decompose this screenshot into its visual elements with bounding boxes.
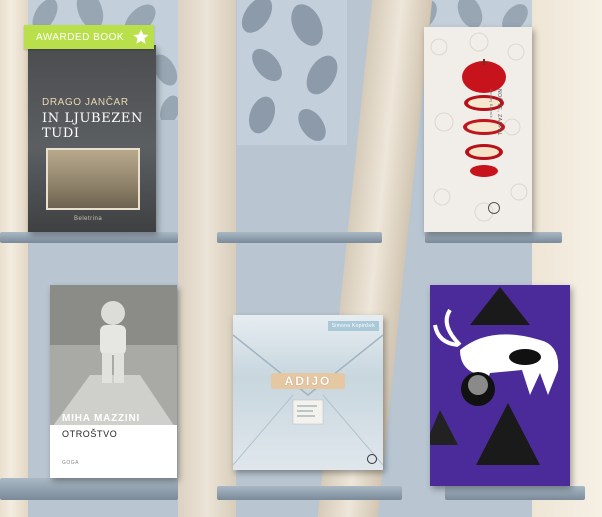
- book-publisher: Beletrina: [74, 216, 103, 222]
- book-photo: [46, 148, 140, 210]
- shelf-bottom-right: [445, 486, 585, 500]
- book-cover-purple-elephant[interactable]: [430, 285, 570, 486]
- book-cover-otrostvo[interactable]: MIHA MAZZINI OTROŠTVO GOGA: [50, 285, 177, 478]
- book-author: DRAGO JANČAR: [42, 97, 129, 108]
- book-cover-apple[interactable]: NOČ JE, ZASPAL Andrej Blatnik: [424, 27, 532, 232]
- book-title: IN LJUBEZEN TUDI: [42, 111, 143, 141]
- shelf-bottom-left: [0, 478, 178, 500]
- leaf-pattern-panel-center: [237, 0, 347, 145]
- wood-panel-left: [0, 0, 28, 517]
- book-title-line-1: IN LJUBEZEN: [42, 111, 143, 126]
- apple-slices-illustration: [462, 59, 506, 177]
- toddler-photo: [50, 285, 177, 430]
- book-author: MIHA MAZZINI: [62, 413, 141, 424]
- book-author: Andrej Blatnik: [489, 89, 494, 118]
- shelf-top-center: [217, 232, 382, 243]
- book-cover-adijo[interactable]: Simona Kopinšek ADIJO: [233, 315, 383, 470]
- envelope-illustration: [233, 334, 383, 466]
- publisher-logo-icon: [367, 454, 377, 464]
- book-title: NOČ JE, ZASPAL: [496, 89, 502, 136]
- star-icon: [128, 25, 154, 49]
- book-author-tag: Simona Kopinšek: [327, 321, 379, 331]
- book-cover-in-ljubezen-tudi[interactable]: DRAGO JANČAR IN LJUBEZEN TUDI Beletrina: [28, 45, 156, 232]
- book-info-panel: MIHA MAZZINI OTROŠTVO GOGA: [50, 413, 177, 478]
- awarded-book-badge[interactable]: AWARDED BOOK: [24, 25, 154, 49]
- collage-illustration: [430, 287, 559, 465]
- shelf-bottom-center: [217, 486, 402, 500]
- book-publisher: GOGA: [62, 460, 80, 466]
- awarded-book-label: AWARDED BOOK: [36, 31, 125, 43]
- bookshelf-scene: DRAGO JANČAR IN LJUBEZEN TUDI Beletrina …: [0, 0, 602, 517]
- publisher-logo-icon: [488, 202, 500, 214]
- shelf-top-right: [425, 232, 562, 243]
- book-title-label: ADIJO: [271, 373, 345, 389]
- book-title-line-2: TUDI: [42, 126, 80, 141]
- wood-pillar-1: [178, 0, 236, 517]
- shelf-top-left: [0, 232, 178, 243]
- book-title: OTROŠTVO: [62, 429, 118, 439]
